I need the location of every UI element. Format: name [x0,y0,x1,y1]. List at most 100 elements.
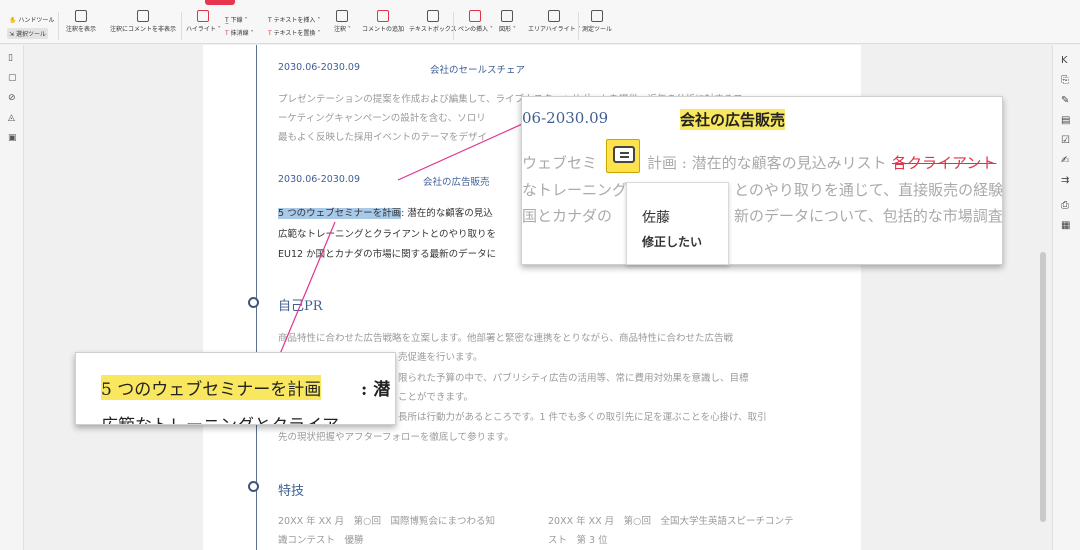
toolbar-divider [453,12,454,40]
zoom2-highlight: 5 つのウェブセミナーを計画 [101,375,322,400]
add-comment-label: コメントの追加 [362,26,405,33]
section2-line3: EU12 か国とカナダの市場に関する最新のデータに [278,249,497,260]
show-notes-label: 注釈を表示 [66,26,97,33]
section2-date: 2030.06-2030.09 [278,174,360,185]
select-tool-button[interactable]: ⇲ 選択ツール [7,28,48,39]
page-thumbnail-icon[interactable]: ▢ [8,73,17,83]
zoom-line2-b: とのやり取りを通じて、直接販売の経験 [734,181,1003,199]
skills-right-line: 20XX 年 XX 月 第○回 全国大学生英語スピーチコンテ [548,516,794,527]
print-icon[interactable]: ⎙ [1061,200,1069,211]
show-notes-button[interactable]: 注釈を表示 [66,10,96,33]
zoom-line1-a: ウェブセミ [522,154,598,172]
toolbar-divider [181,12,182,40]
hide-notes-label: 注釈にコメントを非表示 [110,26,177,33]
section2-title: 会社の広告販売 [423,177,490,188]
section2-line1: 5 つのウェブセミナーを計画: 潜在的な顧客の見込 [278,205,493,219]
toolbar-divider [58,12,59,40]
form-icon[interactable]: ☑ [1061,135,1070,146]
zoom2-after: : 潜 [361,380,391,400]
hide-notes-button[interactable]: 注釈にコメントを非表示 [110,10,176,33]
hand-tool-label: ハンドツール [18,17,55,24]
skills-left-line: 20XX 年 XX 月 第○回 国際博覧会にまつわる知 [278,516,495,527]
app-window: ✋ ハンドツール ⇲ 選択ツール 注釈を表示 注釈にコメントを非表示 ハイライト… [0,0,1080,550]
textbox-button[interactable]: テキストボックス [409,10,457,33]
layers-icon[interactable]: ▣ [8,133,17,143]
comment-author: 佐藤 [642,210,670,226]
line-shape-icon [501,10,514,22]
underline-label: 下線 [230,17,243,24]
replace-text-label: テキストを置換 [273,30,316,37]
timeline-node [248,481,259,492]
note-icon [336,10,349,22]
section1-title: 会社のセールスチェア [430,65,526,76]
pen-label: ペンの挿入 [458,26,489,33]
textbox-icon [426,10,439,22]
highlight-button[interactable]: ハイライト ˅ [186,10,221,33]
section2-line1-rest: : 潜在的な顧客の見込 [401,208,493,219]
zoom-title: 会社の広告販売 [680,109,786,130]
self-pr-line: 商品特性に合わせた広告戦略を立案します。他部署と緊密な連携をとりながら、商品特性… [278,333,734,344]
highlight-icon [197,10,210,22]
active-tab-indicator[interactable] [205,0,235,5]
strikethrough-label: 抹消線 [230,30,249,37]
magnified-view-top: 06-2030.09 会社の広告販売 ウェブセミ 計画 : 潜在的な顧客の見込み… [521,96,1003,265]
compare-icon[interactable]: ⇉ [1061,175,1069,186]
zoom-strike-text: 各クライアント [892,154,997,172]
section1-body-line: 最もよく反映した採用イベントのテーマをデザイ [278,132,488,143]
zoom-line1-b: 計画 : 潜在的な顧客の見込みリスト [647,154,887,172]
shape-button[interactable]: 図形 ˅ [499,10,516,33]
skills-left-line: 識コンテスト 優勝 [278,535,364,546]
pen-button[interactable]: ペンの挿入 ˅ [458,10,493,33]
zoom-date: 06-2030.09 [522,109,609,127]
replace-text-icon: T [268,30,272,37]
comment-popup[interactable]: 佐藤 修正したい [626,182,729,265]
section1-date: 2030.06-2030.09 [278,62,360,73]
sign-icon[interactable]: ✍ [1061,155,1069,166]
comment-line [620,156,629,158]
bookmark-icon[interactable]: ▯ [8,53,13,63]
pen-icon [469,10,482,22]
area-highlight-button[interactable]: エリアハイライト ˅ [528,10,581,33]
comment-bubble-icon [613,146,635,163]
note-button[interactable]: 注釈 ˅ [334,10,351,33]
zoom-line3-b: 新のデータについて、包括的な市場調査と [734,207,1003,225]
document-icon[interactable]: ▤ [1061,115,1070,126]
textbox-label: テキストボックス [409,26,457,33]
add-comment-button[interactable]: コメントの追加 [362,10,404,33]
add-comment-icon [377,10,389,22]
select-tool-label: 選択ツール [15,31,46,38]
edit-icon[interactable]: ✎ [1061,95,1069,106]
underline-button[interactable]: T̲ 下線 ˅ [225,15,248,24]
compress-icon[interactable]: ▦ [1061,220,1070,231]
zoom2-line2: 広範なトレーニングとクライア [101,411,339,424]
notes-panel-icon [75,10,87,22]
magnified-view-bottom: 5 つのウェブセミナーを計画 : 潜 広範なトレーニングとクライア [75,352,396,425]
strikethrough-button[interactable]: T 抹消線 ˅ [225,28,254,37]
section2-line2: 広範なトレーニングとクライアントとのやり取りを [278,229,497,240]
highlight-label: ハイライト [186,26,216,33]
self-pr-line: 限られた予算の中で、パブリシティ広告の活用等、常に費用対効果を意識し、目標 [398,373,749,384]
hide-comment-icon [137,10,149,22]
skills-heading: 特技 [278,484,305,499]
zoom-line2-a: なトレーニング [522,181,628,199]
selected-highlight-text[interactable]: 5 つのウェブセミナーを計画 [278,208,402,219]
ruler-icon [591,10,603,22]
collapse-icon[interactable]: K [1061,55,1068,66]
insert-text-button[interactable]: T テキストを挿入 ˅ [268,15,320,24]
attachment-icon[interactable]: ⊘ [8,93,16,103]
self-pr-line: 長所は行動力があるところです。1 件でも多くの取引先に足を運ぶことを心掛け、取引 [398,412,767,423]
timeline-node [248,297,259,308]
strikethrough-icon: T [225,30,229,37]
measure-tool-button[interactable]: 測定ツール [582,10,612,33]
self-pr-line: 先の現状把握やアフターフォローを徹底して参ります。 [278,432,514,443]
vertical-scrollbar[interactable] [1040,252,1046,522]
signature-icon[interactable]: ◬ [8,113,15,123]
export-icon[interactable]: ⎘ [1061,75,1069,86]
hand-tool-button[interactable]: ✋ ハンドツール [9,15,54,24]
comment-text: 修正したい [642,235,703,249]
toolbar-divider [578,12,579,40]
replace-text-button[interactable]: T テキストを置換 ˅ [268,28,320,37]
skills-right-line: スト 第 3 位 [548,535,608,546]
sticky-note-icon[interactable] [606,139,640,173]
area-highlight-label: エリアハイライト [528,26,576,33]
